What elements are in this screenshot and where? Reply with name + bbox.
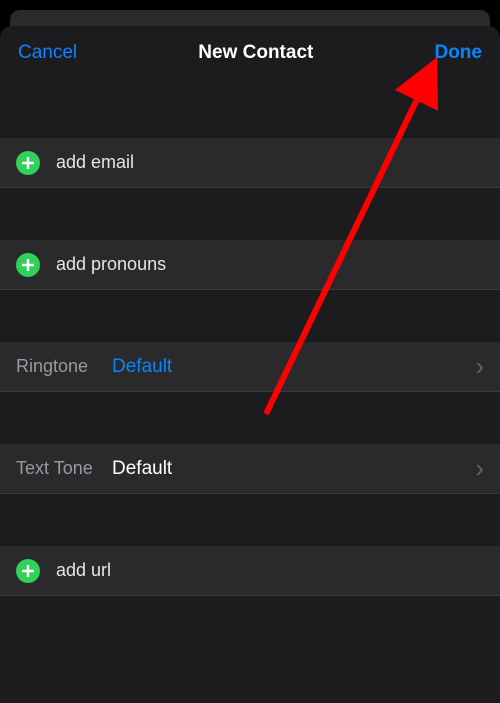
chevron-right-icon: › [467, 453, 484, 484]
header-bar: Cancel New Contact Done [0, 26, 500, 80]
cancel-button[interactable]: Cancel [18, 42, 77, 64]
texttone-value: Default [112, 458, 467, 480]
ringtone-label: Ringtone [16, 356, 112, 377]
spacer [0, 494, 500, 546]
new-contact-sheet: Cancel New Contact Done add email add pr… [0, 26, 500, 703]
texttone-row[interactable]: Text Tone Default › [0, 444, 500, 494]
done-button[interactable]: Done [434, 42, 482, 64]
texttone-label: Text Tone [16, 458, 112, 479]
ringtone-value: Default [112, 356, 467, 378]
add-url-label: add url [56, 560, 111, 581]
spacer [0, 392, 500, 444]
spacer [0, 596, 500, 616]
sheet-title: New Contact [198, 42, 313, 64]
plus-icon [16, 253, 40, 277]
add-email-row[interactable]: add email [0, 138, 500, 188]
add-email-label: add email [56, 152, 134, 173]
spacer [0, 290, 500, 342]
plus-icon [16, 559, 40, 583]
add-pronouns-row[interactable]: add pronouns [0, 240, 500, 290]
ringtone-row[interactable]: Ringtone Default › [0, 342, 500, 392]
add-pronouns-label: add pronouns [56, 254, 166, 275]
add-url-row[interactable]: add url [0, 546, 500, 596]
chevron-right-icon: › [467, 351, 484, 382]
plus-icon [16, 151, 40, 175]
spacer [0, 188, 500, 240]
spacer [0, 80, 500, 138]
